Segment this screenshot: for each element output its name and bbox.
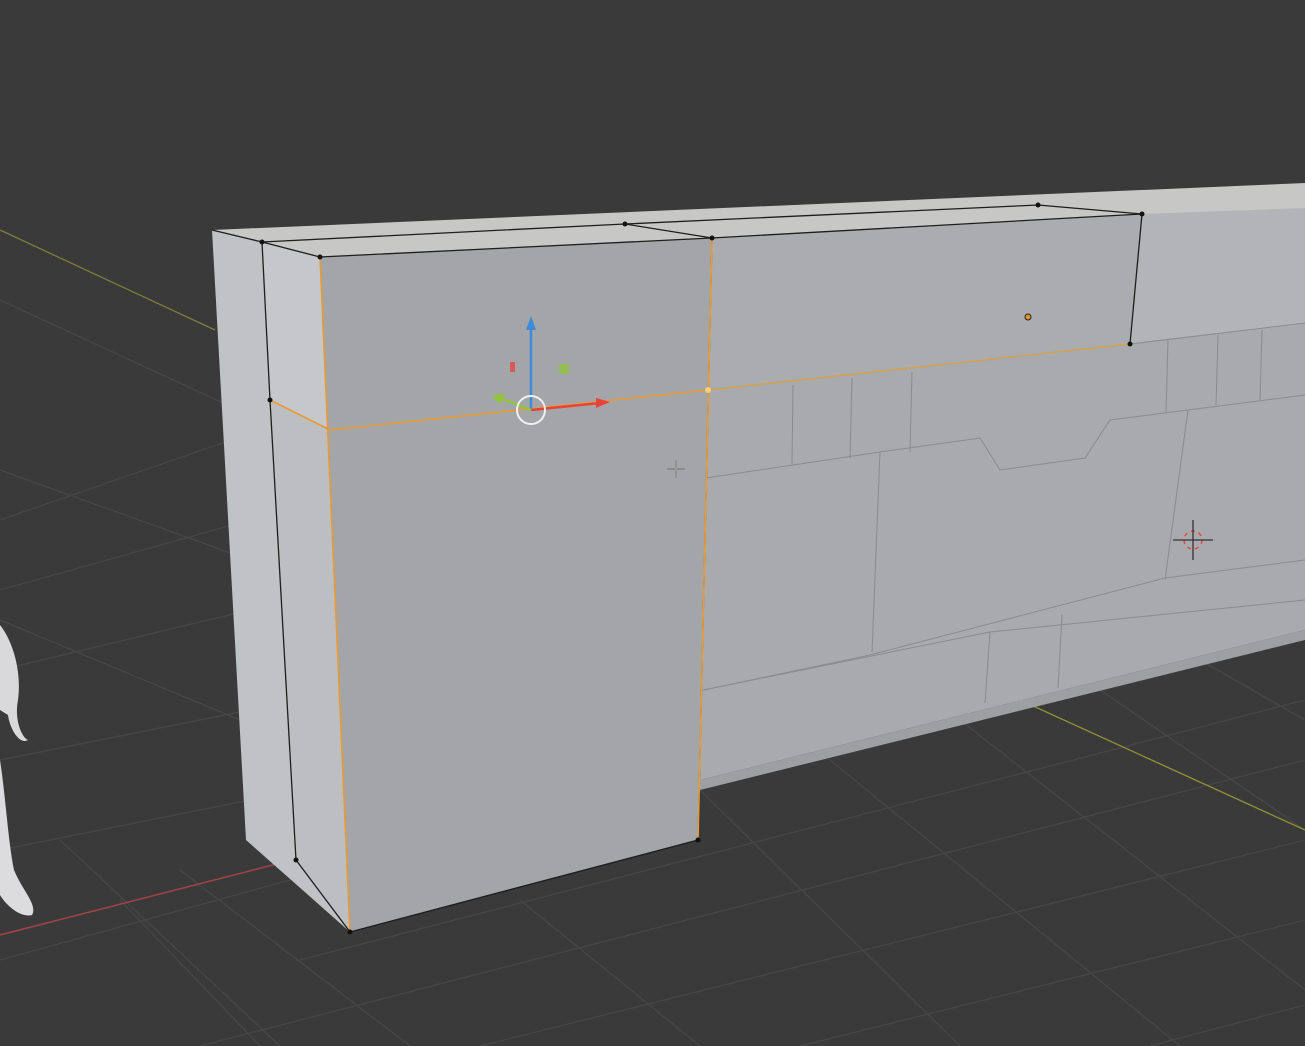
yz-plane-handle[interactable]	[510, 362, 515, 372]
origin-point[interactable]	[1024, 313, 1032, 321]
3d-viewport[interactable]	[0, 0, 1305, 1046]
human-reference-figure[interactable]	[0, 625, 34, 916]
y-axis-line-right	[1019, 699, 1305, 831]
active-vertex[interactable]	[705, 387, 711, 393]
xz-plane-handle[interactable]	[559, 364, 569, 374]
viewport-canvas[interactable]	[0, 0, 1305, 1046]
